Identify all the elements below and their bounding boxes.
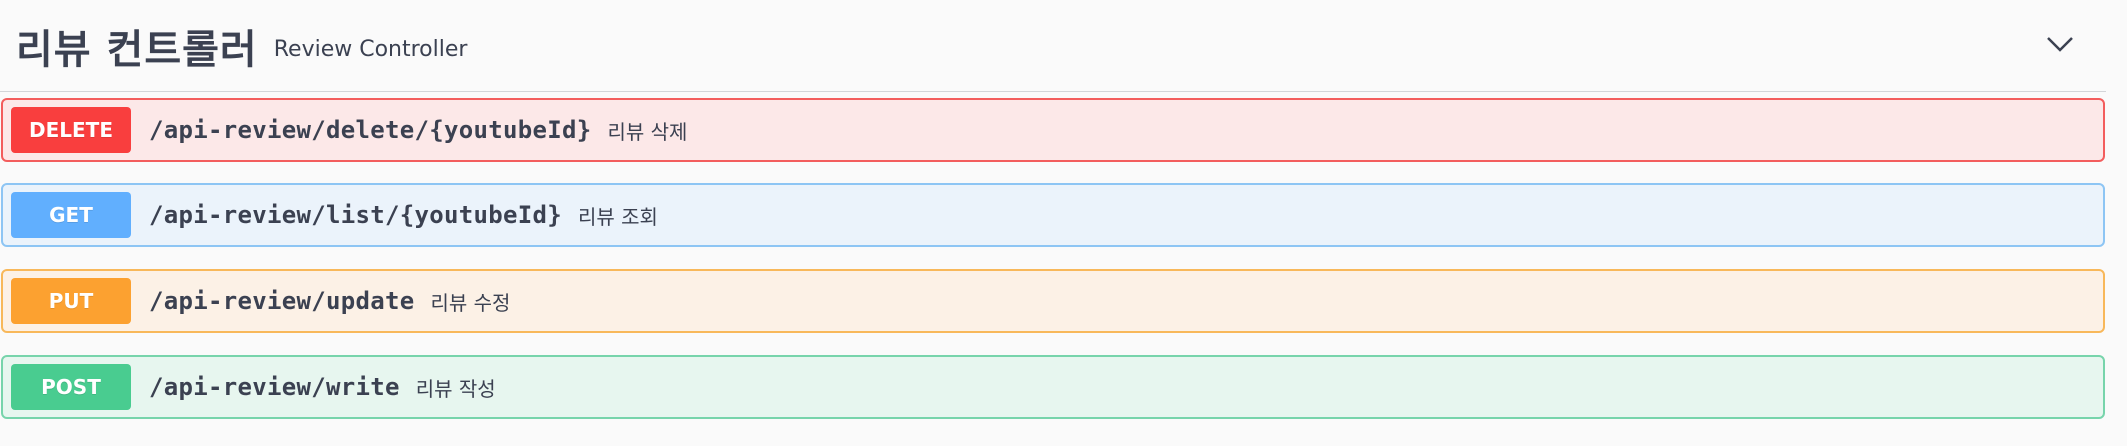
operation-delete-review[interactable]: DELETE /api-review/delete/{youtubeId} 리뷰… bbox=[1, 98, 2105, 162]
operation-put-review-update[interactable]: PUT /api-review/update 리뷰 수정 bbox=[1, 269, 2105, 333]
method-badge-get: GET bbox=[11, 192, 131, 238]
operation-summary: 리뷰 작성 bbox=[415, 376, 496, 401]
operation-path: /api-review/list/{youtubeId} bbox=[149, 201, 562, 229]
operation-path: /api-review/delete/{youtubeId} bbox=[149, 116, 592, 144]
operation-summary: 리뷰 조회 bbox=[577, 204, 658, 229]
tag-description: Review Controller bbox=[273, 37, 468, 62]
tag-header[interactable]: 리뷰 컨트롤러 Review Controller bbox=[0, 0, 2106, 92]
chevron-down-icon[interactable] bbox=[2042, 26, 2078, 62]
method-badge-put: PUT bbox=[11, 278, 131, 324]
method-badge-delete: DELETE bbox=[11, 107, 131, 153]
tag-title: 리뷰 컨트롤러 bbox=[16, 26, 258, 73]
operation-summary: 리뷰 삭제 bbox=[607, 119, 688, 144]
method-badge-post: POST bbox=[11, 364, 131, 410]
scrollbar[interactable] bbox=[2113, 0, 2127, 446]
operation-path: /api-review/write bbox=[149, 373, 400, 401]
operation-get-review-list[interactable]: GET /api-review/list/{youtubeId} 리뷰 조회 bbox=[1, 183, 2105, 247]
review-controller-section: 리뷰 컨트롤러 Review Controller DELETE /api-re… bbox=[0, 0, 2127, 446]
operation-path: /api-review/update bbox=[149, 287, 415, 315]
operation-post-review-write[interactable]: POST /api-review/write 리뷰 작성 bbox=[1, 355, 2105, 419]
operation-summary: 리뷰 수정 bbox=[430, 290, 511, 315]
